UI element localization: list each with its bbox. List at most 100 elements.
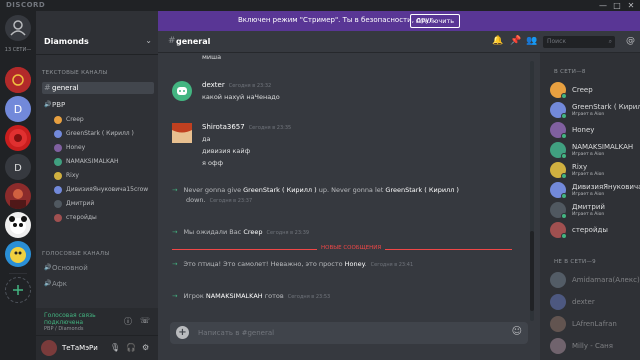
message-author[interactable]: dexter Сегодня в 23:32 (202, 81, 271, 89)
server-icon-d[interactable]: D (5, 154, 31, 180)
emoji-icon[interactable]: ☺ (512, 326, 522, 337)
server-icon-dark-red[interactable] (5, 183, 31, 209)
voice-member[interactable]: ДивизияЯнуковича15crow (54, 185, 154, 195)
server-icon-panda[interactable] (5, 212, 31, 238)
voice-channel-pbp[interactable]: 🔊 PBP (42, 99, 154, 111)
member-activity: Играет в Aion (572, 112, 605, 117)
pin-icon[interactable]: 📌 (510, 36, 521, 46)
system-message-join: → Игрок NAMAKSIMALKAH готов Сегодня в 23:5… (172, 292, 331, 300)
members-icon[interactable]: 👥 (526, 36, 537, 46)
disable-streamer-button[interactable]: Отключить (410, 14, 460, 28)
voice-member[interactable]: Creep (54, 115, 154, 125)
voice-status: Голосовая связь подключена (44, 312, 96, 326)
system-message-join: → Never gonna give GreenStark ( Кирилл ) … (172, 186, 459, 204)
member-name: стеройды (572, 226, 608, 234)
voice-member[interactable]: стеройды (54, 213, 154, 223)
channel-label: Афк (52, 280, 68, 288)
letter-d-icon: D (14, 163, 22, 174)
friends-home-button[interactable] (5, 15, 31, 41)
member-item[interactable]: Rixy Играет в Aion (550, 161, 638, 179)
chevron-down-icon: ⌄ (145, 36, 152, 45)
app-brand: DISCORD (6, 1, 46, 9)
channel-general[interactable]: # general (42, 82, 154, 94)
bell-icon[interactable]: 🔔 (492, 36, 503, 46)
voice-channel-main[interactable]: 🔊 Основной (42, 262, 154, 274)
maximize-button[interactable]: □ (610, 0, 624, 11)
speaker-icon: 🔊 (44, 280, 52, 287)
gear-icon[interactable]: ⚙ (142, 343, 149, 352)
voice-location: PBP / Diamonds (44, 326, 84, 332)
banner-text: Включен режим "Стример". Ты в безопаснос… (238, 16, 436, 24)
voice-member[interactable]: GreenStark ( Кирилл ) (54, 129, 154, 139)
member-item[interactable]: Amidamara(Алекс) (550, 271, 640, 289)
member-item[interactable]: LAfrenLafran (550, 315, 638, 333)
guild-header[interactable]: Diamonds ⌄ (36, 31, 158, 55)
avatar[interactable] (41, 340, 57, 356)
arrow-right-icon: → (172, 186, 178, 194)
voice-member[interactable]: Rixy (54, 171, 154, 181)
member-item[interactable]: Дмитрий Играет в Aion (550, 201, 638, 219)
scrollbar-thumb[interactable] (530, 231, 534, 311)
voice-category-label[interactable]: ГОЛОСОВЫЕ КАНАЛЫ (42, 251, 110, 257)
message-input[interactable] (198, 326, 498, 340)
letter-d-icon: D (14, 103, 22, 116)
voice-member[interactable]: Honey (54, 143, 154, 153)
voice-member-name: Creep (66, 116, 84, 123)
username: ТеТаМэРи (62, 344, 98, 352)
voice-member[interactable]: NAMAKSIMALKAH (54, 157, 154, 167)
avatar (54, 200, 62, 208)
system-message-join: → Это птица! Это самолет! Неважно, это пр… (172, 260, 414, 268)
status-dot (561, 173, 567, 179)
text-category-label[interactable]: ТЕКСТОВЫЕ КАНАЛЫ (42, 70, 107, 76)
message-list: миша dexter Сегодня в 23:32 какой нахуй н… (158, 53, 540, 323)
connection-info-icon[interactable]: ⓘ (124, 316, 132, 327)
member-item[interactable]: NAMAKSIMALKAH Играет в Aion (550, 141, 638, 159)
voice-channel-afk[interactable]: 🔊 Афк (42, 278, 154, 290)
voice-member[interactable]: Дмитрий (54, 199, 154, 209)
avatar[interactable] (172, 81, 192, 101)
member-item[interactable]: dexter (550, 293, 638, 311)
anime-avatar-icon (172, 123, 192, 143)
avatar (54, 116, 62, 124)
avatar[interactable] (172, 123, 192, 143)
server-icon-cartoon[interactable] (5, 241, 31, 267)
voice-member-name: стеройды (66, 214, 97, 221)
member-name: dexter (572, 298, 595, 306)
minimize-button[interactable]: — (596, 0, 610, 11)
avatar (54, 130, 62, 138)
member-item[interactable]: Creep (550, 81, 638, 99)
status-dot (561, 213, 567, 219)
status-dot (561, 133, 567, 139)
voice-member-name: GreenStark ( Кирилл ) (66, 130, 134, 137)
system-message-join: → Мы ожидали Вас Creep Сегодня в 23:39 (172, 228, 310, 236)
mention-icon[interactable]: @ (626, 36, 635, 46)
member-item[interactable]: GreenStark ( Кирилл )Играет в Aion (550, 101, 640, 119)
scrollbar[interactable] (530, 61, 534, 321)
member-item[interactable]: Milly - Саня (550, 337, 638, 355)
server-icon-ussr[interactable] (5, 67, 31, 93)
member-name: Honey (572, 126, 595, 134)
message-timestamp: Сегодня в 23:35 (248, 125, 292, 131)
voice-member-name: Honey (66, 144, 86, 151)
speaker-icon: 🔊 (44, 264, 52, 271)
search-input[interactable]: Поиск ⌕ (543, 36, 615, 48)
plus-icon (13, 285, 23, 295)
server-icon-red[interactable] (5, 125, 31, 151)
panda-icon (9, 216, 27, 234)
arrow-right-icon: → (172, 228, 178, 236)
member-item[interactable]: Honey (550, 121, 638, 139)
member-item[interactable]: стеройды (550, 221, 638, 239)
member-name: NAMAKSIMALKAH (572, 143, 634, 151)
close-button[interactable]: ✕ (624, 0, 638, 11)
disconnect-icon[interactable]: ☏ (140, 316, 150, 325)
add-server-button[interactable] (5, 277, 31, 303)
member-item[interactable]: ДивизияЯнуковича15Играет в Aion (550, 181, 640, 199)
message-text: какой нахуй наЧенадо (202, 93, 280, 101)
microphone-icon[interactable]: 🎙 (110, 343, 120, 352)
arrow-right-icon: → (172, 292, 178, 300)
server-icon-diamonds[interactable]: D (5, 96, 31, 122)
headphones-icon[interactable]: 🎧 (126, 343, 136, 352)
upload-plus-button[interactable]: + (176, 326, 189, 339)
avatar (54, 172, 62, 180)
message-author[interactable]: Shirota3657 Сегодня в 23:35 (202, 123, 291, 131)
